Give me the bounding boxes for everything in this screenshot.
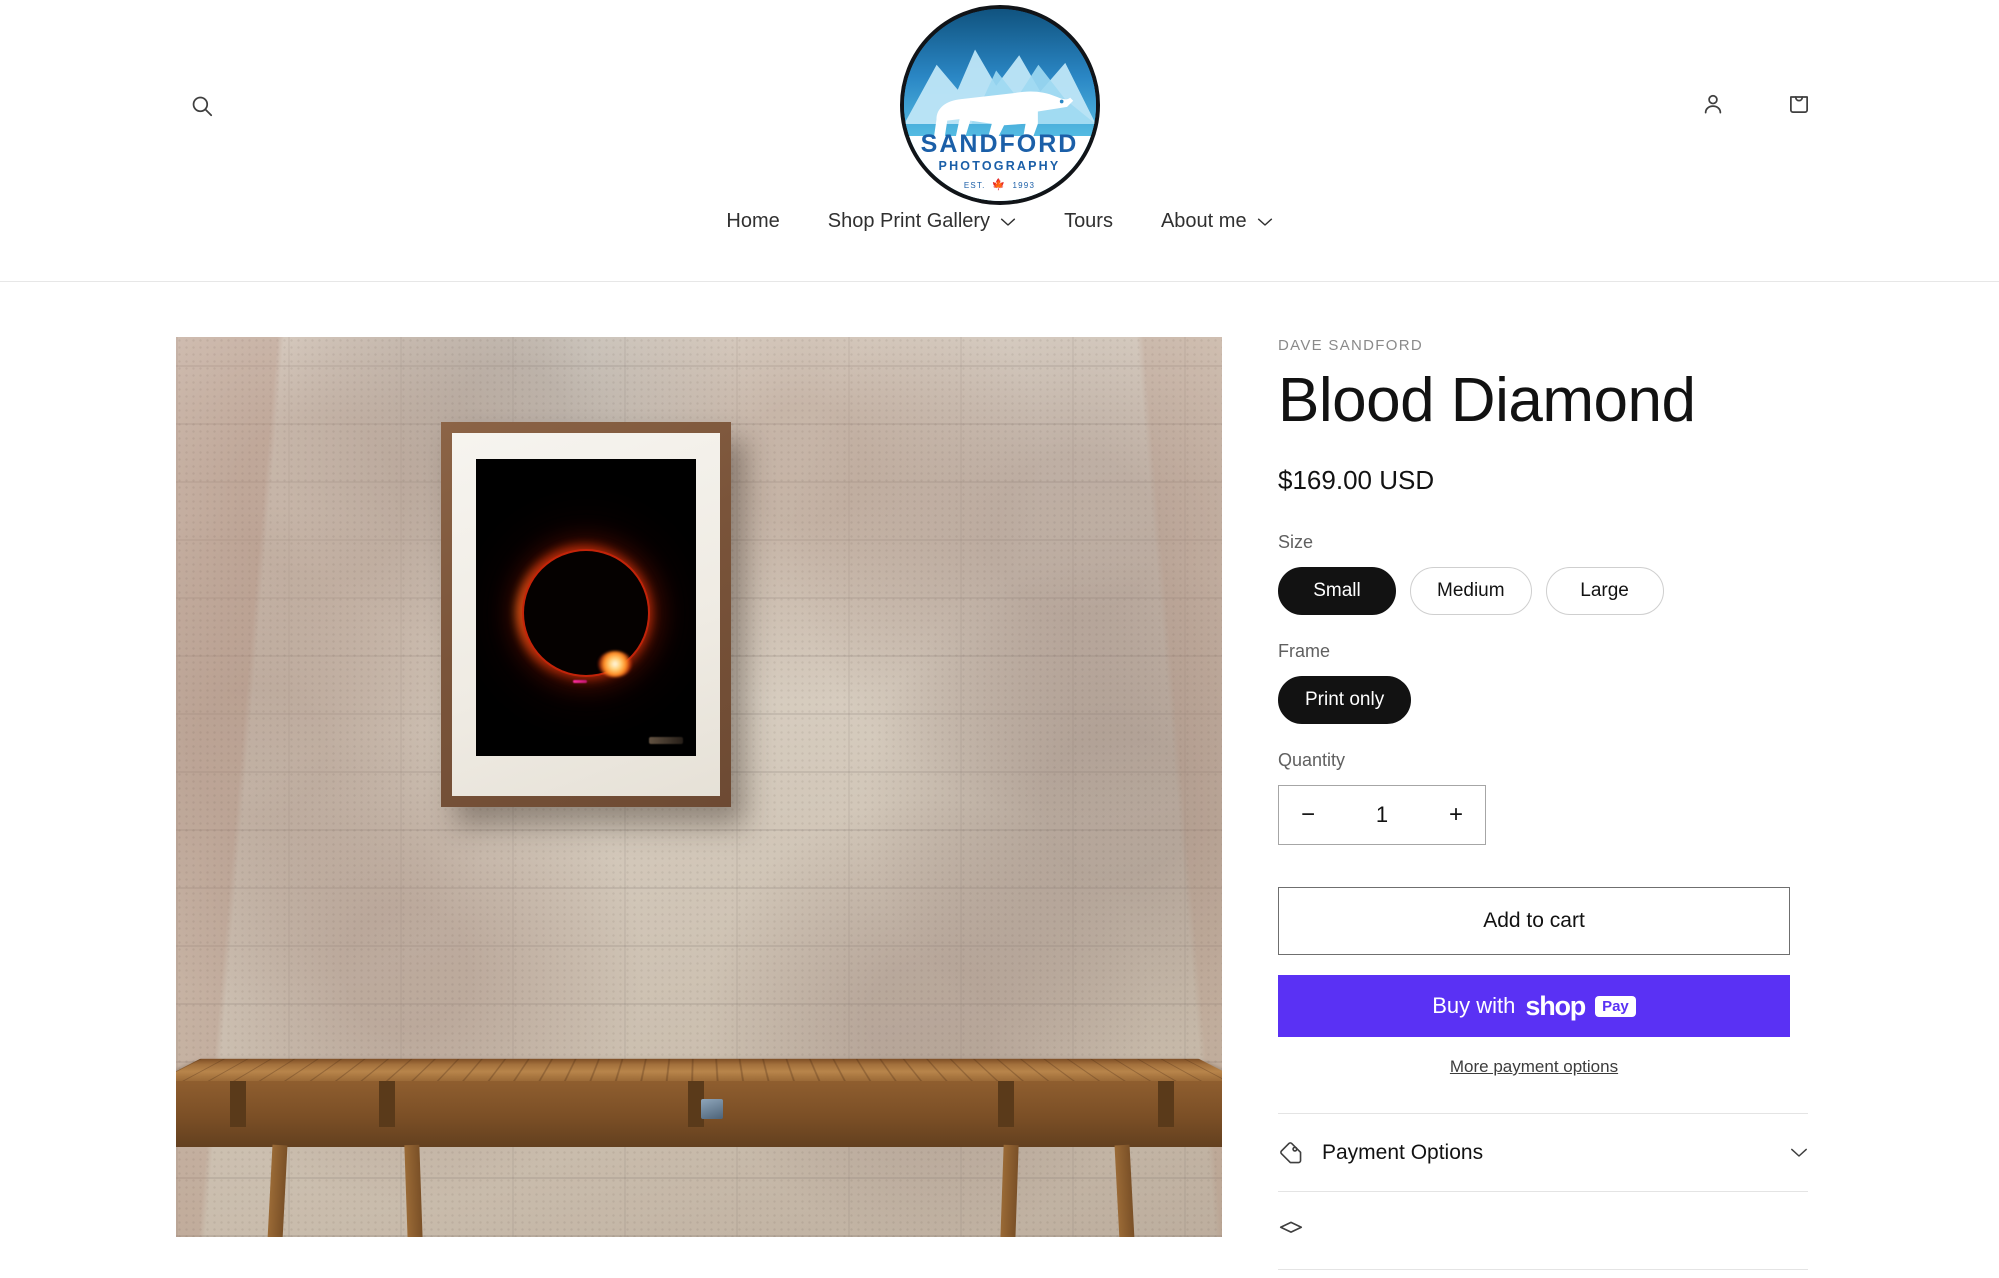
logo-established: EST. 🍁 1993: [904, 180, 1096, 191]
shop-pay-prefix: Buy with: [1432, 993, 1516, 1019]
buy-with-shop-pay-button[interactable]: Buy with shop Pay: [1278, 975, 1790, 1038]
accordion-payment-options[interactable]: Payment Options: [1278, 1114, 1808, 1193]
apron-notch: [997, 1081, 1014, 1127]
logo-name: SANDFORD: [920, 129, 1079, 158]
nav-label: Tours: [1064, 210, 1113, 232]
nav-label: About me: [1160, 210, 1247, 232]
user-icon: [1704, 94, 1722, 114]
size-option-medium[interactable]: Medium: [1410, 567, 1532, 616]
add-to-cart-button[interactable]: Add to cart: [1278, 887, 1790, 956]
size-options: Small Medium Large: [1278, 567, 1862, 616]
size-option-large[interactable]: Large: [1545, 567, 1664, 616]
chevron-down-icon: [1000, 218, 1016, 226]
nav-item-shop-print-gallery[interactable]: Shop Print Gallery: [804, 210, 1040, 233]
frame-option-print-only[interactable]: Print only: [1278, 676, 1412, 725]
solar-prominence: [572, 680, 587, 684]
shop-pay-badge: Pay: [1595, 995, 1636, 1017]
nav-label: Home: [726, 210, 780, 232]
chevron-down-icon: [1257, 218, 1272, 226]
eclipse-artwork: [476, 459, 696, 756]
site-logo[interactable]: SANDFORD PHOTOGRAPHY EST. 🍁 1993: [899, 5, 1100, 205]
header-actions: [1691, 82, 1821, 126]
logo-subtitle: PHOTOGRAPHY: [938, 159, 1061, 174]
shopping-bag-icon: [1790, 96, 1808, 113]
product-media-column: [0, 337, 1222, 1270]
quantity-stepper: − +: [1278, 785, 1486, 846]
more-payment-options-link[interactable]: More payment options: [1278, 1057, 1790, 1077]
search-button[interactable]: [178, 82, 226, 130]
product-price: $169.00 USD: [1278, 465, 1435, 496]
frame-mat: [452, 433, 720, 796]
picture-frame: [441, 422, 731, 807]
apron-notch: [229, 1081, 246, 1127]
quantity-label: Quantity: [1278, 750, 1346, 771]
table-leg: [1000, 1144, 1019, 1237]
chevron-down-icon[interactable]: [1790, 1147, 1808, 1158]
nav-item-tours[interactable]: Tours: [1040, 210, 1137, 233]
size-label: Size: [1278, 532, 1314, 553]
product-page: DAVE SANDFORD Blood Diamond $169.00 USD …: [0, 282, 1999, 1271]
quantity-decrease-button[interactable]: −: [1279, 786, 1337, 844]
account-button[interactable]: [1691, 82, 1735, 126]
accordion-next-partial[interactable]: [1278, 1192, 1808, 1271]
accordion-title: Payment Options: [1322, 1140, 1484, 1164]
shop-pay-brand: shop: [1525, 990, 1586, 1021]
logo-est-year: 1993: [1012, 181, 1036, 191]
size-option-small[interactable]: Small: [1278, 567, 1396, 616]
nav-item-about-me[interactable]: About me: [1137, 210, 1297, 233]
site-header: SANDFORD PHOTOGRAPHY EST. 🍁 1993: [0, 0, 1999, 210]
product-accordions: Payment Options: [1278, 1113, 1808, 1271]
table-leg: [1114, 1144, 1135, 1237]
nav-item-home[interactable]: Home: [702, 210, 803, 233]
table-leg: [267, 1144, 288, 1237]
search-icon: [192, 96, 213, 117]
metal-plate: [701, 1099, 724, 1119]
product-image[interactable]: [176, 337, 1222, 1237]
shipping-icon: [1279, 1221, 1303, 1233]
apron-notch: [1157, 1081, 1174, 1127]
cart-button[interactable]: [1777, 82, 1821, 126]
apron-notch: [378, 1081, 395, 1127]
product-title: Blood Diamond: [1278, 366, 1696, 435]
quantity-increase-button[interactable]: +: [1427, 786, 1485, 844]
table-apron: [176, 1081, 1222, 1147]
product-vendor[interactable]: DAVE SANDFORD: [1278, 337, 1862, 354]
table-leg: [404, 1144, 423, 1237]
nav-label: Shop Print Gallery: [827, 210, 991, 232]
price-tag-icon: [1280, 1141, 1302, 1163]
wooden-table: [176, 1007, 1222, 1237]
frame-label: Frame: [1278, 641, 1331, 662]
maple-leaf-icon: 🍁: [991, 179, 1007, 192]
product-info-column: DAVE SANDFORD Blood Diamond $169.00 USD …: [1222, 337, 1862, 1271]
artist-signature: [649, 737, 683, 744]
diamond-ring-flare: [597, 650, 632, 677]
frame-options: Print only: [1278, 676, 1862, 725]
quantity-input[interactable]: [1347, 802, 1417, 829]
main-navigation: Home Shop Print Gallery Tours About me: [0, 210, 1999, 281]
logo-est-left: EST.: [963, 181, 986, 191]
